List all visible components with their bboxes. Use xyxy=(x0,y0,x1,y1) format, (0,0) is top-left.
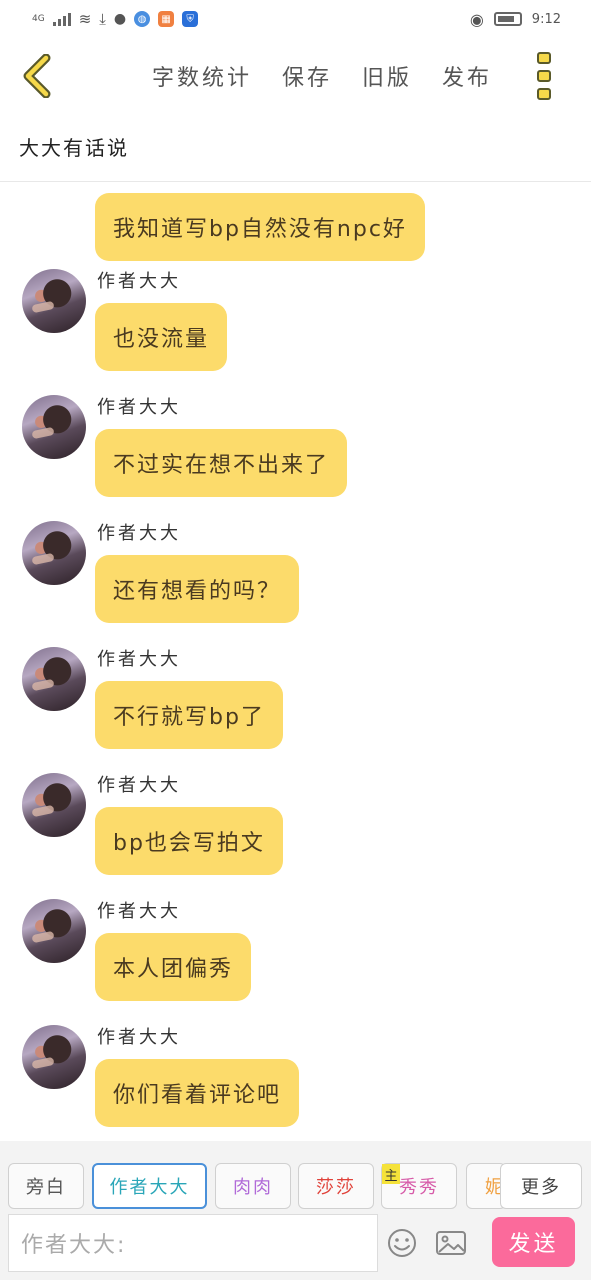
more-options-icon[interactable] xyxy=(532,52,556,100)
message-bubble[interactable]: 不行就写bp了 xyxy=(95,681,283,749)
role-chip-author[interactable]: 作者大大 xyxy=(92,1163,207,1209)
message-bubble[interactable]: 我知道写bp自然没有npc好 xyxy=(95,193,425,261)
wechat-icon: ● xyxy=(113,11,127,27)
publish-button[interactable]: 发布 xyxy=(442,60,492,92)
app-globe-icon: ◍ xyxy=(134,11,151,27)
save-button[interactable]: 保存 xyxy=(282,60,332,92)
image-icon[interactable] xyxy=(435,1227,467,1259)
role-label: 莎莎 xyxy=(316,1177,356,1198)
avatar[interactable] xyxy=(22,773,86,837)
more-roles-button[interactable]: 更多 xyxy=(500,1163,582,1209)
word-count-button[interactable]: 字数统计 xyxy=(152,60,252,92)
role-label: 肉肉 xyxy=(233,1177,273,1198)
eye-icon: ◉ xyxy=(469,9,484,29)
avatar[interactable] xyxy=(22,899,86,963)
avatar[interactable] xyxy=(22,269,86,333)
sender-name: 作者大大 xyxy=(97,649,181,670)
role-label: 旁白 xyxy=(26,1177,66,1198)
message-bubble[interactable]: 不过实在想不出来了 xyxy=(95,429,348,497)
sender-name: 作者大大 xyxy=(97,271,181,292)
sender-name: 作者大大 xyxy=(97,397,181,418)
role-chip-rourou[interactable]: 肉肉 xyxy=(215,1163,291,1209)
message-bubble[interactable]: bp也会写拍文 xyxy=(95,807,283,875)
avatar[interactable] xyxy=(22,647,86,711)
sender-name: 作者大大 xyxy=(97,523,181,544)
input-placeholder: 作者大大: xyxy=(21,1233,127,1258)
role-label: 秀秀 xyxy=(399,1177,439,1198)
shield-icon: ⛨ xyxy=(182,11,199,27)
message-bubble[interactable]: 也没流量 xyxy=(95,303,228,371)
role-chip-xiuxiu[interactable]: 主 秀秀 xyxy=(381,1163,457,1209)
role-chip-narrator[interactable]: 旁白 xyxy=(8,1163,84,1209)
sender-name: 作者大大 xyxy=(97,1027,181,1048)
page-title: 大大有话说 xyxy=(0,120,591,182)
clock: 9:12 xyxy=(531,11,561,27)
toolbar-menu: 字数统计 保存 旧版 发布 xyxy=(152,60,492,92)
back-arrow-icon[interactable] xyxy=(18,54,62,98)
app-store-icon: ▦ xyxy=(158,11,175,27)
send-button[interactable]: 发送 xyxy=(492,1217,575,1267)
status-bar: 4G ≋ ⤓ ● ◍ ▦ ⛨ ◉ 9:12 xyxy=(0,0,591,38)
old-version-button[interactable]: 旧版 xyxy=(362,60,412,92)
avatar[interactable] xyxy=(22,1025,86,1089)
avatar[interactable] xyxy=(22,521,86,585)
message-bubble[interactable]: 本人团偏秀 xyxy=(95,933,252,1001)
chat-list[interactable]: 我知道写bp自然没有npc好 作者大大 也没流量 作者大大 不过实在想不出来了 … xyxy=(0,183,591,1141)
role-label: 作者大大 xyxy=(109,1177,190,1198)
composer: 旁白 作者大大 肉肉 莎莎 主 秀秀 妮 更多 作者大大: 发送 xyxy=(0,1141,591,1280)
role-chip-shasha[interactable]: 莎莎 xyxy=(298,1163,374,1209)
sender-name: 作者大大 xyxy=(97,901,181,922)
wifi-icon: ≋ xyxy=(78,10,92,28)
role-selector: 旁白 作者大大 肉肉 莎莎 主 秀秀 妮 更多 xyxy=(0,1163,591,1211)
emoji-icon[interactable] xyxy=(386,1227,418,1259)
message-bubble[interactable]: 还有想看的吗？ xyxy=(95,555,300,623)
download-icon: ⤓ xyxy=(99,10,106,28)
sender-name: 作者大大 xyxy=(97,775,181,796)
message-input[interactable]: 作者大大: xyxy=(8,1214,378,1272)
top-toolbar: 字数统计 保存 旧版 发布 xyxy=(0,38,591,116)
main-role-badge: 主 xyxy=(382,1164,400,1184)
network-type: 4G xyxy=(32,13,45,24)
avatar[interactable] xyxy=(22,395,86,459)
message-bubble[interactable]: 你们看着评论吧 xyxy=(95,1059,300,1127)
signal-icon xyxy=(52,12,71,26)
battery-icon xyxy=(493,12,522,26)
